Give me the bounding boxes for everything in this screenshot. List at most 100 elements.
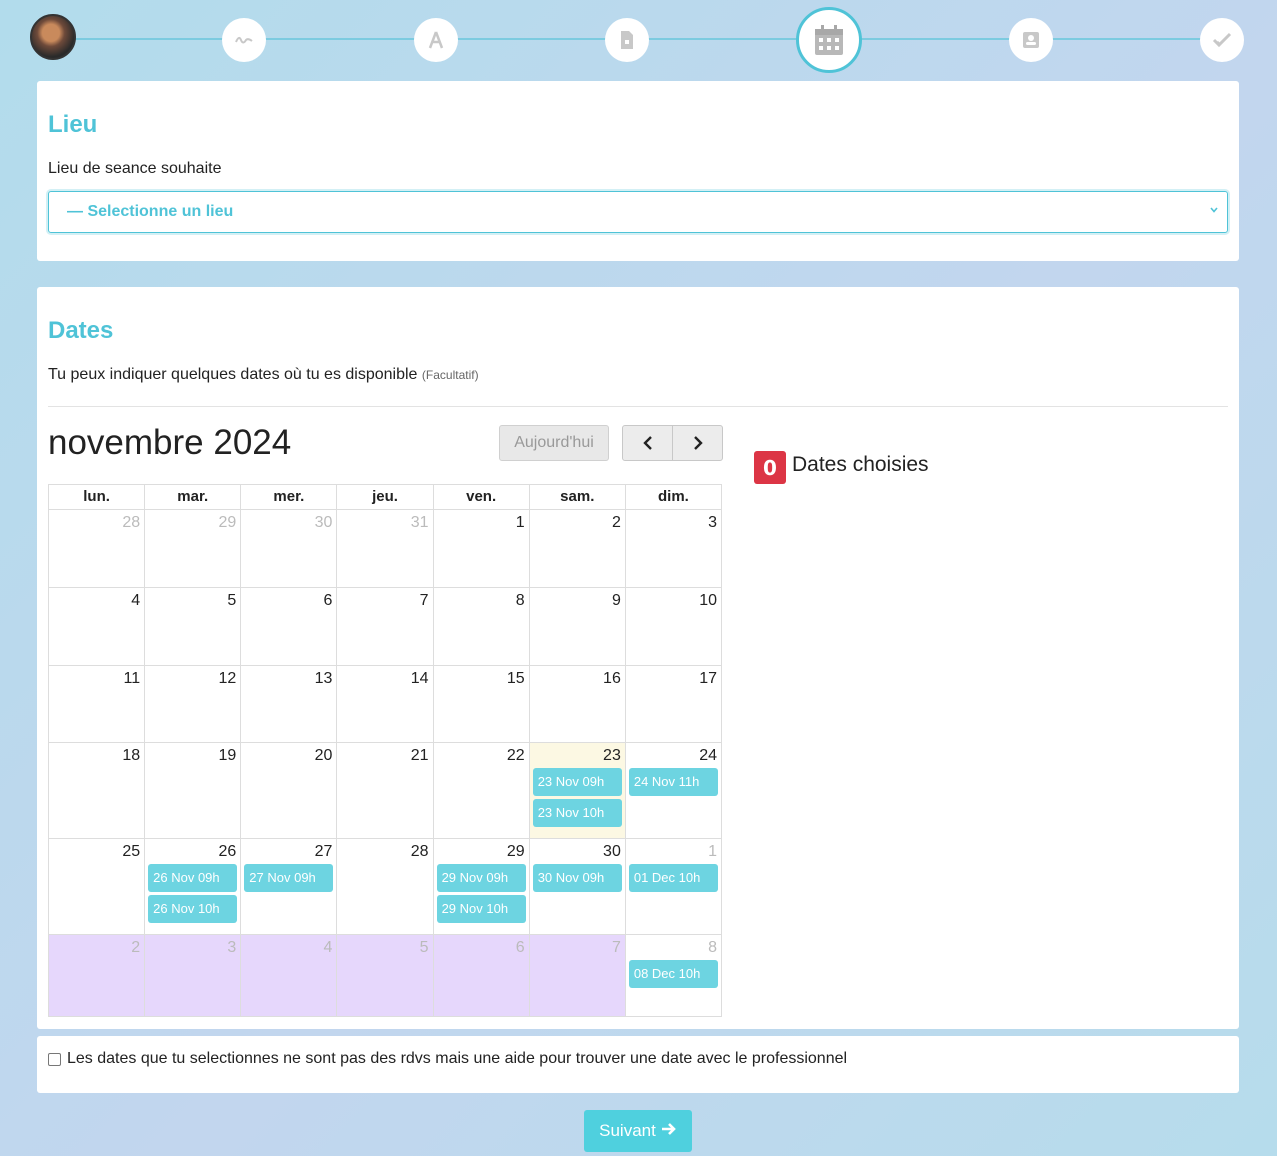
- calendar-day-cell[interactable]: 17: [625, 666, 722, 743]
- day-number: 4: [323, 939, 333, 956]
- check-icon[interactable]: [1200, 18, 1244, 62]
- day-events: 26 Nov 09h 26 Nov 10h: [148, 864, 238, 923]
- calendar-event[interactable]: 29 Nov 09h: [436, 864, 526, 892]
- calendar-event[interactable]: 29 Nov 10h: [436, 895, 526, 923]
- calendar-day-cell[interactable]: 28: [49, 510, 146, 588]
- calendar-day-cell[interactable]: 29: [145, 510, 242, 588]
- calendar-month-title: novembre 2024: [48, 423, 292, 462]
- calendar-day-cell[interactable]: 5: [337, 935, 434, 1017]
- calendar-event[interactable]: 27 Nov 09h: [244, 864, 334, 892]
- calendar-day-cell[interactable]: 1: [433, 510, 530, 588]
- notice-text: Les dates que tu selectionnes ne sont pa…: [67, 1050, 848, 1067]
- notice-checkbox[interactable]: [48, 1052, 61, 1066]
- calendar-weekday-header: lun. mar. mer. jeu. ven. sam. dim.: [48, 484, 722, 510]
- calendar-day-cell[interactable]: 13: [241, 666, 338, 743]
- calendar-day-cell[interactable]: 3: [145, 935, 242, 1017]
- dates-title: Dates: [48, 317, 114, 344]
- day-number: 27: [314, 843, 333, 860]
- calendar-day-cell[interactable]: 29 29 Nov 09h 29 Nov 10h: [433, 839, 530, 935]
- calendar-day-cell[interactable]: 3: [625, 510, 722, 588]
- calendar-event[interactable]: 23 Nov 09h: [532, 768, 622, 796]
- calendar-day-cell[interactable]: 7: [529, 935, 626, 1017]
- calendar-day-cell[interactable]: 21: [337, 743, 434, 839]
- calendar-day-cell[interactable]: 30: [241, 510, 338, 588]
- calendar-day-cell[interactable]: 26 26 Nov 09h 26 Nov 10h: [145, 839, 242, 935]
- day-number: 29: [506, 843, 525, 860]
- calendar-event[interactable]: 26 Nov 09h: [148, 864, 238, 892]
- contact-card-icon[interactable]: [1009, 18, 1053, 62]
- calendar-day-cell[interactable]: 14: [337, 666, 434, 743]
- notice-checkbox-row[interactable]: Les dates que tu selectionnes ne sont pa…: [48, 1050, 847, 1068]
- calendar-event[interactable]: 23 Nov 10h: [532, 799, 622, 827]
- calendar-day-cell[interactable]: 1 01 Dec 10h: [625, 839, 722, 935]
- calendar-event[interactable]: 08 Dec 10h: [628, 960, 718, 988]
- calendar-day-cell[interactable]: 23 23 Nov 09h 23 Nov 10h: [529, 743, 626, 839]
- calendar-day-cell[interactable]: 2: [49, 935, 146, 1017]
- chevron-down-icon: [1209, 204, 1219, 218]
- calendar-day-cell[interactable]: 19: [145, 743, 242, 839]
- calendar-day-cell[interactable]: 20: [241, 743, 338, 839]
- calendar-day-cell[interactable]: 7: [337, 588, 434, 666]
- day-number: 1: [708, 843, 717, 860]
- next-month-button[interactable]: [672, 425, 723, 461]
- day-number: 19: [218, 747, 237, 764]
- day-number: 5: [227, 592, 237, 609]
- calendar-event[interactable]: 24 Nov 11h: [628, 768, 718, 796]
- calendar-day-cell[interactable]: 27 27 Nov 09h: [241, 839, 338, 935]
- day-number: 5: [419, 939, 429, 956]
- calendar-day-cell[interactable]: 5: [145, 588, 242, 666]
- day-number: 4: [131, 592, 141, 609]
- calendar-week-row: 18 19 20 21 22 23 23 Nov 09h 23 Nov 10h 24 24 Nov…: [48, 743, 722, 839]
- day-number: 29: [218, 514, 237, 531]
- day-number: 31: [410, 514, 429, 531]
- weekday-header: jeu.: [337, 485, 434, 510]
- calendar-event[interactable]: 30 Nov 09h: [532, 864, 622, 892]
- dates-subtitle-text: Tu peux indiquer quelques dates où tu es…: [48, 366, 418, 383]
- calendar-event[interactable]: 26 Nov 10h: [148, 895, 238, 923]
- calendar-day-cell[interactable]: 6: [433, 935, 530, 1017]
- calendar-day-cell[interactable]: 9: [529, 588, 626, 666]
- lieu-label: Lieu de seance souhaite: [48, 160, 222, 177]
- calendar-day-cell[interactable]: 30 30 Nov 09h: [529, 839, 626, 935]
- calendar-day-cell[interactable]: 4: [49, 588, 146, 666]
- calendar-event[interactable]: 01 Dec 10h: [628, 864, 718, 892]
- lieu-title: Lieu: [48, 111, 98, 138]
- calendar-day-cell[interactable]: 24 24 Nov 11h: [625, 743, 722, 839]
- calendar-week-row: 25 26 26 Nov 09h 26 Nov 10h 27 27 Nov 09h 28 29…: [48, 839, 722, 935]
- calendar-day-cell[interactable]: 18: [49, 743, 146, 839]
- calendar-day-cell[interactable]: 22: [433, 743, 530, 839]
- calendar-day-cell[interactable]: 6: [241, 588, 338, 666]
- calendar-week-row: 28 29 30 31 1 2 3: [48, 510, 722, 588]
- calendar-day-cell[interactable]: 8 08 Dec 10h: [625, 935, 722, 1017]
- lieu-select[interactable]: — Selectionne un lieu: [48, 191, 1228, 233]
- compass-icon[interactable]: [414, 18, 458, 62]
- dates-card: Dates Tu peux indiquer quelques dates où…: [37, 287, 1239, 1029]
- prev-month-button[interactable]: [622, 425, 673, 461]
- calendar-day-cell[interactable]: 15: [433, 666, 530, 743]
- calendar-day-cell[interactable]: 10: [625, 588, 722, 666]
- selected-count-badge: 0: [754, 451, 786, 484]
- day-number: 3: [708, 514, 717, 531]
- signature-icon[interactable]: [222, 18, 266, 62]
- today-button[interactable]: Aujourd'hui: [499, 425, 609, 461]
- next-step-button[interactable]: Suivant: [584, 1110, 692, 1152]
- day-number: 8: [708, 939, 717, 956]
- calendar-day-cell[interactable]: 8: [433, 588, 530, 666]
- avatar[interactable]: [30, 14, 76, 60]
- day-number: 22: [506, 747, 525, 764]
- calendar-day-cell[interactable]: 25: [49, 839, 146, 935]
- day-number: 10: [699, 592, 717, 609]
- calendar-week-row: 2 3 4 5 6 7 8 08 Dec 10h: [48, 935, 722, 1017]
- calendar-body: 28 29 30 31 1 2 3 4 5 6 7 8 9 10 11 12 13 14 15 16 17 18 19 20 2…: [48, 510, 722, 1017]
- calendar-day-cell[interactable]: 28: [337, 839, 434, 935]
- calendar-day-cell[interactable]: 31: [337, 510, 434, 588]
- calendar-day-cell[interactable]: 2: [529, 510, 626, 588]
- calendar-icon[interactable]: [796, 7, 862, 73]
- calendar-day-cell[interactable]: 16: [529, 666, 626, 743]
- calendar-day-cell[interactable]: 4: [241, 935, 338, 1017]
- optional-hint: (Facultatif): [421, 368, 479, 382]
- weekday-header: mar.: [145, 485, 242, 510]
- calendar-day-cell[interactable]: 12: [145, 666, 242, 743]
- calendar-day-cell[interactable]: 11: [49, 666, 146, 743]
- document-icon[interactable]: [605, 18, 649, 62]
